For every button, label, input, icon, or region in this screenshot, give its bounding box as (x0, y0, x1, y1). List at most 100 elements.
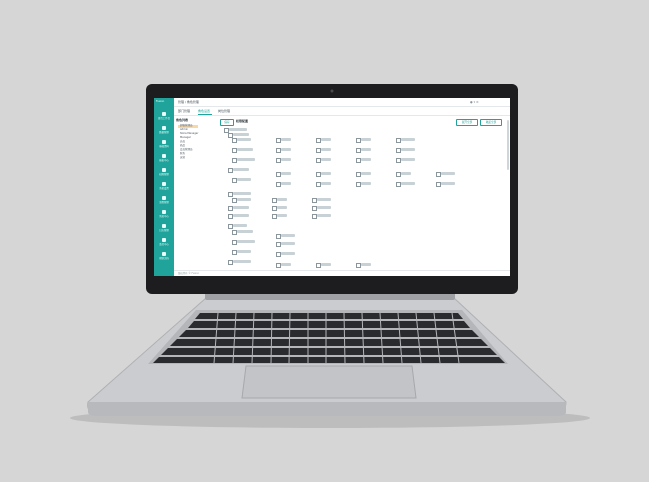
permission-option (281, 158, 291, 161)
expand-all-button[interactable]: 展开全部 (456, 119, 478, 126)
tree-node (237, 240, 255, 243)
permission-option (361, 138, 371, 141)
user-menu-icon[interactable]: ● ▾ ⚙ (470, 100, 479, 104)
permission-option (361, 263, 371, 266)
sidebar-item-label: 流程管理 (159, 201, 169, 204)
gear-icon (162, 196, 166, 200)
footer: 版权所有 © Fusion (174, 270, 510, 276)
permission-option (317, 198, 331, 201)
sidebar-item-6[interactable]: 系统设置 (156, 182, 172, 192)
webcam (330, 89, 334, 93)
permission-option (277, 206, 287, 209)
dashboard-icon (162, 112, 166, 116)
permission-option (441, 182, 455, 185)
permission-option (281, 242, 295, 245)
permission-option (317, 206, 331, 209)
breadcrumb: 管理 / 角色管理 (178, 100, 199, 104)
sidebar-item-label: 基础资料 (159, 145, 169, 148)
permission-panel: 保存 权限配置 展开全部 收起全部 (220, 118, 506, 268)
sidebar-item-2[interactable]: 数据管理 (156, 126, 172, 136)
sidebar: Fusion 首页工作台 数据管理 基础资料 报表中心 权限管理 系统设置 流程… (154, 98, 174, 276)
trackpad (241, 365, 417, 399)
top-bar: 管理 / 角色管理 ● ▾ ⚙ (174, 98, 510, 107)
tab-roles[interactable]: 角色设置 (198, 109, 210, 113)
permission-option (321, 172, 331, 175)
sidebar-item-8[interactable]: 消息中心 (156, 210, 172, 220)
sidebar-item-label: 系统设置 (159, 187, 169, 190)
role-list-title: 角色列表 (176, 118, 189, 122)
tree-node (237, 230, 253, 233)
permission-option (281, 263, 291, 266)
sidebar-item-11[interactable]: 帮助文档 (156, 252, 172, 262)
permission-option (361, 182, 371, 185)
sidebar-item-label: 消息中心 (159, 215, 169, 218)
permission-option (441, 172, 455, 175)
sidebar-item-label: 首页工作台 (158, 117, 170, 120)
permission-option (281, 234, 295, 237)
tab-positions[interactable]: 岗位管理 (218, 109, 230, 113)
sidebar-item-10[interactable]: 监控中心 (156, 238, 172, 248)
sidebar-item-7[interactable]: 流程管理 (156, 196, 172, 206)
sidebar-item-label: 日志管理 (159, 229, 169, 232)
permission-option (401, 182, 415, 185)
permission-option (321, 263, 331, 266)
flow-icon (162, 210, 166, 214)
box-icon (162, 168, 166, 172)
permission-option (321, 138, 331, 141)
permission-option (281, 182, 291, 185)
sidebar-item-5[interactable]: 权限管理 (156, 168, 172, 178)
sidebar-item-label: 帮助文档 (159, 257, 169, 260)
sidebar-item-3[interactable]: 基础资料 (156, 140, 172, 150)
list-icon (162, 154, 166, 158)
permission-option (401, 148, 415, 151)
file-icon (162, 238, 166, 242)
permission-option (321, 148, 331, 151)
permission-option (277, 198, 287, 201)
permission-option (281, 172, 291, 175)
permission-option (321, 158, 331, 161)
permission-title: 权限配置 (236, 119, 249, 123)
sidebar-item-label: 数据管理 (159, 131, 169, 134)
tree-node (237, 148, 253, 151)
chart-icon (162, 126, 166, 130)
permission-option (361, 172, 371, 175)
sidebar-item-9[interactable]: 日志管理 (156, 224, 172, 234)
tree-node (233, 133, 249, 136)
tree-node (233, 168, 249, 171)
permission-option (321, 182, 331, 185)
sidebar-item-4[interactable]: 报表中心 (156, 154, 172, 164)
tree-node (233, 214, 249, 217)
tree-node (237, 178, 251, 181)
user-icon (162, 140, 166, 144)
permission-option (401, 138, 415, 141)
sidebar-item-label: 权限管理 (159, 173, 169, 176)
permission-option (317, 214, 331, 217)
sidebar-item-1[interactable]: 首页工作台 (156, 112, 172, 122)
tab-bar: 部门管理 角色设置 岗位管理 (174, 107, 510, 116)
role-list-panel: 角色列表 超级管理员 Admin Store Manager Manager 店… (176, 118, 216, 268)
role-item[interactable]: 运营 (180, 156, 185, 160)
laptop-front-edge (88, 402, 566, 416)
active-tab-indicator (198, 114, 212, 115)
permission-option (401, 158, 415, 161)
permission-option (281, 252, 295, 255)
tree-node (233, 260, 251, 263)
tree-node (237, 250, 251, 253)
tree-node (237, 158, 255, 161)
permission-option (281, 138, 291, 141)
footer-text: 版权所有 © Fusion (178, 272, 200, 275)
bell-icon (162, 224, 166, 228)
save-button[interactable]: 保存 (220, 119, 234, 126)
collapse-all-button[interactable]: 收起全部 (480, 119, 502, 126)
sidebar-item-label: 监控中心 (159, 243, 169, 246)
tree-node (229, 128, 247, 131)
permission-option (277, 214, 287, 217)
permission-option (361, 148, 371, 151)
tree-node (233, 192, 251, 195)
sidebar-item-label: 报表中心 (159, 159, 169, 162)
scrollbar[interactable] (507, 120, 509, 170)
tab-departments[interactable]: 部门管理 (178, 109, 190, 113)
tree-node (233, 224, 247, 227)
tree-node (233, 206, 249, 209)
app-logo: Fusion (156, 100, 165, 103)
